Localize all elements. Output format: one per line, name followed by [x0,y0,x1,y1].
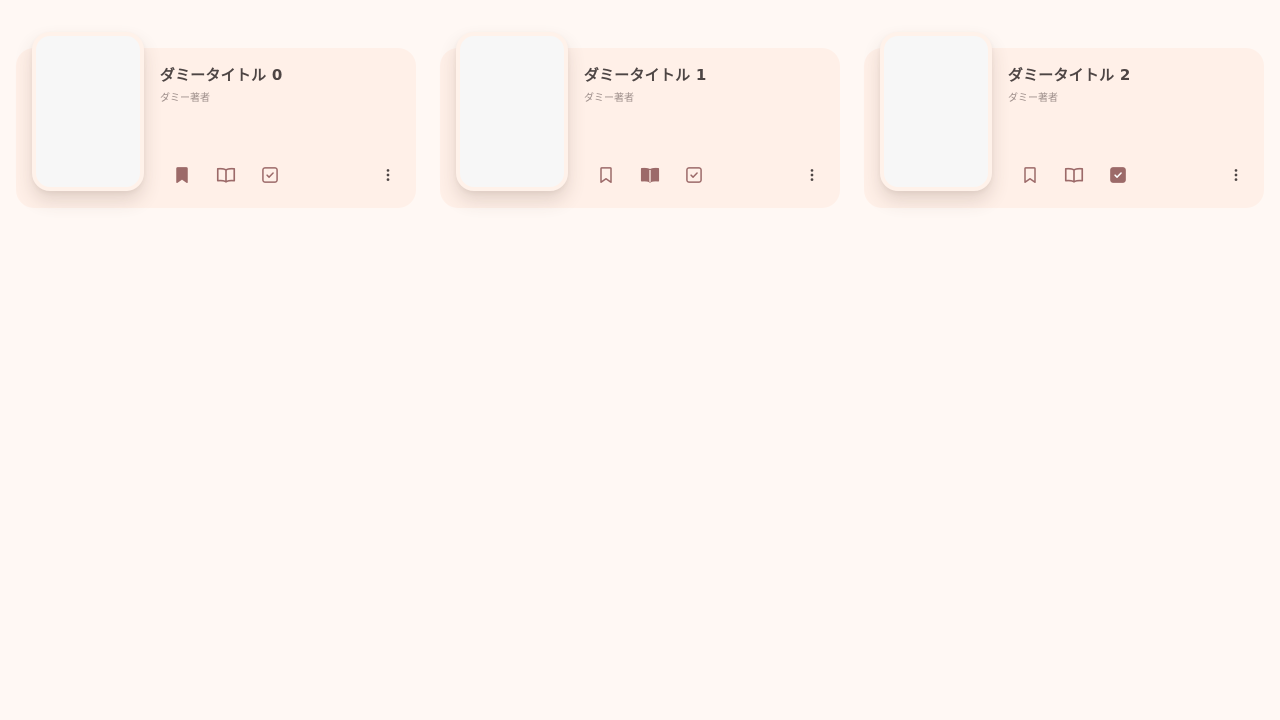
open-book-icon [639,164,661,186]
checkbox-icon [260,165,280,185]
reading-button[interactable] [214,163,238,187]
book-grid: ダミータイトル 0 ダミー著者 ダミータイトル 1 ダミー著者 ダミータイトル … [16,32,1264,208]
more-vert-icon [1226,165,1246,185]
book-author: ダミー著者 [584,93,634,104]
bookmark-button[interactable] [594,163,618,187]
book-card[interactable]: ダミータイトル 1 ダミー著者 [440,32,840,208]
bookmark-icon [596,165,616,185]
book-title: ダミータイトル 1 [584,66,707,84]
open-book-icon [215,164,237,186]
more-button[interactable] [800,163,824,187]
more-button[interactable] [376,163,400,187]
open-book-icon [1063,164,1085,186]
done-button[interactable] [258,163,282,187]
book-card[interactable]: ダミータイトル 2 ダミー著者 [864,32,1264,208]
bookmark-icon [172,165,192,185]
book-cover[interactable] [456,32,568,191]
book-cover[interactable] [32,32,144,191]
checkbox-icon [684,165,704,185]
more-vert-icon [378,165,398,185]
reading-button[interactable] [638,163,662,187]
done-button[interactable] [1106,163,1130,187]
done-button[interactable] [682,163,706,187]
reading-button[interactable] [1062,163,1086,187]
book-card[interactable]: ダミータイトル 0 ダミー著者 [16,32,416,208]
book-cover[interactable] [880,32,992,191]
book-author: ダミー著者 [160,93,210,104]
bookmark-button[interactable] [170,163,194,187]
book-title: ダミータイトル 0 [160,66,283,84]
more-button[interactable] [1224,163,1248,187]
bookmark-icon [1020,165,1040,185]
more-vert-icon [802,165,822,185]
bookmark-button[interactable] [1018,163,1042,187]
book-title: ダミータイトル 2 [1008,66,1131,84]
book-author: ダミー著者 [1008,93,1058,104]
checkbox-icon [1108,165,1128,185]
